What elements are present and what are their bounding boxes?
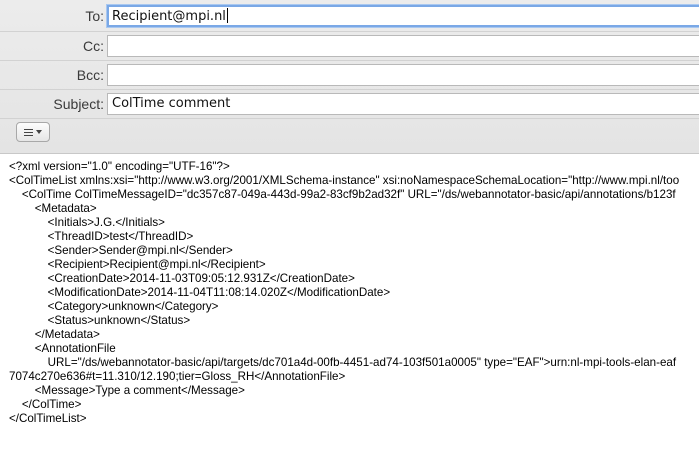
divider <box>0 118 699 119</box>
body-line: <Status>unknown</Status> <box>9 314 191 327</box>
to-row: To: Recipient@mpi.nl <box>0 5 699 29</box>
body-line: <Metadata> <box>9 202 97 215</box>
body-line: </ColTimeList> <box>9 412 87 425</box>
bcc-field[interactable] <box>107 64 699 86</box>
body-line: </ColTime> <box>9 398 82 411</box>
body-line: <Initials>J.G.</Initials> <box>9 216 165 229</box>
divider <box>0 89 699 90</box>
cc-label: Cc: <box>83 38 104 54</box>
body-line: <AnnotationFile <box>9 342 116 355</box>
body-line: </Metadata> <box>9 328 100 341</box>
bcc-label: Bcc: <box>76 67 104 83</box>
text-caret <box>226 8 228 23</box>
list-format-icon <box>24 127 33 138</box>
body-line: URL="/ds/webannotator-basic/api/targets/… <box>9 356 677 369</box>
triangle-down-icon <box>36 130 42 134</box>
cc-field[interactable] <box>107 35 699 57</box>
bcc-row: Bcc: <box>0 64 699 88</box>
body-line: <ThreadID>test</ThreadID> <box>9 230 194 243</box>
subject-row: Subject: ColTime comment <box>0 93 699 117</box>
body-line: <Recipient>Recipient@mpi.nl</Recipient> <box>9 258 266 271</box>
cc-row: Cc: <box>0 35 699 59</box>
body-line: <ColTime ColTimeMessageID="dc357c87-049a… <box>9 188 676 201</box>
body-line: 7074c270e636#t=11.310/12.190;tier=Gloss_… <box>9 370 346 383</box>
to-value: Recipient@mpi.nl <box>112 9 226 24</box>
body-line: <Category>unknown</Category> <box>9 300 219 313</box>
to-field[interactable]: Recipient@mpi.nl <box>107 5 699 27</box>
body-line: <Sender>Sender@mpi.nl</Sender> <box>9 244 233 257</box>
body-line: <CreationDate>2014-11-03T09:05:12.931Z</… <box>9 272 355 285</box>
body-line: <?xml version="1.0" encoding="UTF-16"?> <box>9 160 230 173</box>
message-body[interactable]: <?xml version="1.0" encoding="UTF-16"?> <… <box>9 160 699 450</box>
message-header: To: Recipient@mpi.nl Cc: Bcc: Subject: C… <box>0 0 699 154</box>
subject-field[interactable]: ColTime comment <box>107 93 699 115</box>
divider <box>0 31 699 32</box>
body-line: <ModificationDate>2014-11-04T11:08:14.02… <box>9 286 391 299</box>
body-line: <ColTimeList xmlns:xsi="http://www.w3.or… <box>9 174 680 187</box>
to-label: To: <box>85 8 104 24</box>
body-line: <Message>Type a comment</Message> <box>9 384 245 397</box>
subject-label: Subject: <box>53 96 104 112</box>
divider <box>0 60 699 61</box>
format-menu-button[interactable] <box>16 122 50 142</box>
